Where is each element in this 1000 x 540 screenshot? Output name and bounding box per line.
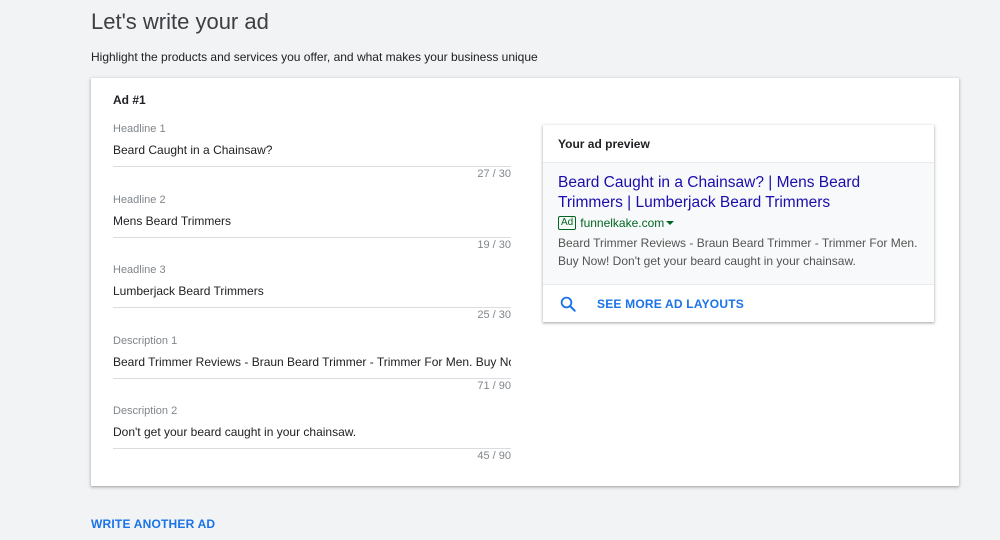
description-2-input[interactable]: Don't get your beard caught in your chai… <box>113 425 511 449</box>
ad-title: Ad #1 <box>113 93 146 107</box>
ad-badge: Ad <box>558 216 577 230</box>
headline-2-label: Headline 2 <box>113 194 166 206</box>
ad-preview-panel: Your ad preview Beard Caught in a Chains… <box>543 125 934 322</box>
headline-2-char-count: 19 / 30 <box>477 239 511 251</box>
see-more-ad-layouts-button[interactable]: SEE MORE AD LAYOUTS <box>543 285 934 322</box>
headline-1-field: Headline 1 Beard Caught in a Chainsaw? 2… <box>113 123 511 189</box>
headline-3-label: Headline 3 <box>113 264 166 276</box>
headline-2-input[interactable]: Mens Beard Trimmers <box>113 214 511 238</box>
ad-preview-url: funnelkake.com <box>580 216 665 230</box>
headline-3-char-count: 25 / 30 <box>477 309 511 321</box>
write-another-ad-button[interactable]: WRITE ANOTHER AD <box>91 517 215 531</box>
ad-card: Ad #1 Headline 1 Beard Caught in a Chain… <box>91 78 959 486</box>
description-1-char-count: 71 / 90 <box>477 380 511 392</box>
description-1-field: Description 1 Beard Trimmer Reviews - Br… <box>113 335 511 401</box>
ad-preview-headline[interactable]: Beard Caught in a Chainsaw? | Mens Beard… <box>558 173 918 213</box>
description-2-label: Description 2 <box>113 405 178 417</box>
description-1-label: Description 1 <box>113 335 178 347</box>
description-2-char-count: 45 / 90 <box>477 450 511 462</box>
description-2-field: Description 2 Don't get your beard caugh… <box>113 405 511 471</box>
headline-2-field: Headline 2 Mens Beard Trimmers 19 / 30 <box>113 194 511 260</box>
page-title: Let's write your ad <box>91 9 269 34</box>
caret-down-icon <box>666 221 675 225</box>
headline-1-input[interactable]: Beard Caught in a Chainsaw? <box>113 143 511 167</box>
headline-1-label: Headline 1 <box>113 123 166 135</box>
ad-preview-body: Beard Caught in a Chainsaw? | Mens Beard… <box>543 163 934 285</box>
description-1-input[interactable]: Beard Trimmer Reviews - Braun Beard Trim… <box>113 355 511 379</box>
ad-preview-url-row: Ad funnelkake.com <box>558 216 675 230</box>
page-subtitle: Highlight the products and services you … <box>91 50 538 64</box>
ad-preview-header: Your ad preview <box>543 125 934 163</box>
search-icon <box>560 296 576 312</box>
ad-preview-description: Beard Trimmer Reviews - Braun Beard Trim… <box>558 236 918 268</box>
see-more-ad-layouts-label[interactable]: SEE MORE AD LAYOUTS <box>597 297 744 311</box>
headline-3-field: Headline 3 Lumberjack Beard Trimmers 25 … <box>113 264 511 330</box>
headline-1-char-count: 27 / 30 <box>477 168 511 180</box>
headline-3-input[interactable]: Lumberjack Beard Trimmers <box>113 284 511 308</box>
ad-preview-title: Your ad preview <box>558 137 650 151</box>
